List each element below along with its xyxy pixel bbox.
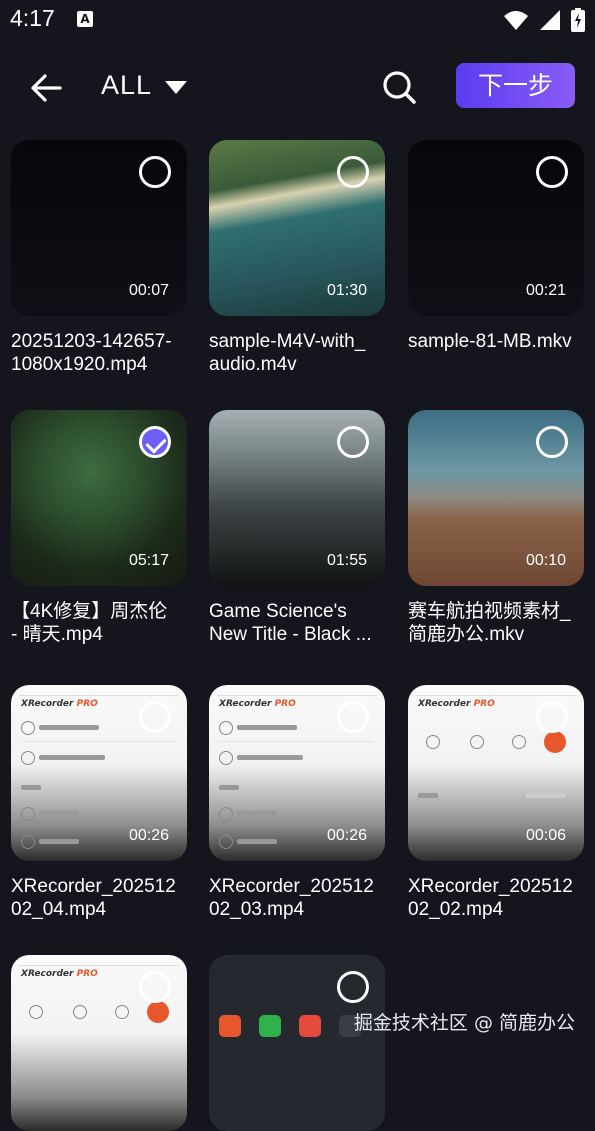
next-step-button[interactable]: 下一步: [456, 63, 575, 108]
video-thumbnail[interactable]: XRecorder PRO 00:26: [11, 685, 187, 861]
video-filename: XRecorder_202512 02_02.mp4: [408, 876, 573, 920]
video-duration: 00:06: [525, 827, 566, 844]
back-arrow-icon[interactable]: [28, 70, 64, 106]
video-item[interactable]: 00:07 20251203-142657- 1080x1920.mp4: [11, 140, 187, 376]
video-thumbnail[interactable]: XRecorder PRO 00:26: [209, 685, 385, 861]
video-duration: 01:55: [326, 552, 367, 569]
video-filename: 赛车航拍视频素材_ 简鹿办公.mkv: [408, 601, 571, 645]
select-circle-icon[interactable]: [337, 701, 369, 733]
video-thumbnail[interactable]: 00:10: [408, 410, 584, 586]
video-filename: XRecorder_202512 02_03.mp4: [209, 876, 374, 920]
search-icon[interactable]: [380, 68, 418, 106]
select-circle-icon[interactable]: [139, 971, 171, 1003]
video-item[interactable]: 00:10 赛车航拍视频素材_ 简鹿办公.mkv: [408, 410, 584, 646]
video-filename: XRecorder_202512 02_04.mp4: [11, 876, 176, 920]
video-item[interactable]: XRecorder PRO 00:26 XRecorder_202512 02_0…: [209, 685, 385, 921]
select-circle-icon[interactable]: [337, 971, 369, 1003]
video-duration: 05:17: [128, 552, 169, 569]
video-duration: 00:10: [525, 552, 566, 569]
video-thumbnail[interactable]: 01:55: [209, 410, 385, 586]
chevron-down-icon[interactable]: [163, 78, 189, 98]
a-badge-icon: A: [77, 11, 93, 27]
select-circle-icon[interactable]: [536, 156, 568, 188]
video-item[interactable]: XRecorder PRO 00:06 XRecorder_202512 02_0…: [408, 685, 584, 921]
battery-icon: [571, 8, 585, 32]
status-bar: 4:17 A: [0, 0, 595, 40]
app-bar: ALL 下一步: [0, 56, 595, 120]
check-circle-icon[interactable]: [139, 426, 171, 458]
signal-icon: [540, 10, 560, 30]
video-item[interactable]: 05:17 【4K修复】周杰伦 - 晴天.mp4: [11, 410, 187, 646]
video-duration: 01:30: [326, 282, 367, 299]
status-time: 4:17: [10, 5, 55, 31]
select-circle-icon[interactable]: [536, 701, 568, 733]
screen-recording-preview: [219, 1015, 361, 1037]
video-filename: sample-M4V-with_ audio.m4v: [209, 331, 366, 375]
watermark-text: 掘金技术社区 @ 简鹿办公: [353, 1012, 575, 1034]
status-icons: [503, 8, 585, 32]
wifi-icon: [504, 11, 528, 30]
filter-dropdown-label[interactable]: ALL: [101, 70, 152, 101]
video-thumbnail[interactable]: [209, 955, 385, 1131]
video-duration: 00:26: [326, 827, 367, 844]
video-duration: 00:07: [128, 282, 169, 299]
select-circle-icon[interactable]: [139, 156, 171, 188]
video-item[interactable]: XRecorder PRO 00:26 XRecorder_202512 02_0…: [11, 685, 187, 921]
select-circle-icon[interactable]: [536, 426, 568, 458]
video-duration: 00:26: [128, 827, 169, 844]
video-thumbnail[interactable]: XRecorder PRO 00:06: [408, 685, 584, 861]
select-circle-icon[interactable]: [337, 426, 369, 458]
video-thumbnail[interactable]: 00:21: [408, 140, 584, 316]
video-item[interactable]: 01:55 Game Science's New Title - Black ..…: [209, 410, 385, 646]
select-circle-icon[interactable]: [139, 701, 171, 733]
video-duration: 00:21: [525, 282, 566, 299]
video-thumbnail[interactable]: 05:17: [11, 410, 187, 586]
video-filename: sample-81-MB.mkv: [408, 331, 572, 352]
video-item[interactable]: XRecorder PRO: [11, 955, 187, 1131]
video-item[interactable]: 00:21 sample-81-MB.mkv: [408, 140, 584, 353]
select-circle-icon[interactable]: [337, 156, 369, 188]
video-filename: Game Science's New Title - Black ...: [209, 601, 372, 645]
video-item[interactable]: 01:30 sample-M4V-with_ audio.m4v: [209, 140, 385, 376]
video-item[interactable]: [209, 955, 385, 1131]
video-filename: 【4K修复】周杰伦 - 晴天.mp4: [11, 601, 168, 645]
video-filename: 20251203-142657- 1080x1920.mp4: [11, 331, 172, 375]
video-thumbnail[interactable]: XRecorder PRO: [11, 955, 187, 1131]
video-thumbnail[interactable]: 00:07: [11, 140, 187, 316]
video-thumbnail[interactable]: 01:30: [209, 140, 385, 316]
